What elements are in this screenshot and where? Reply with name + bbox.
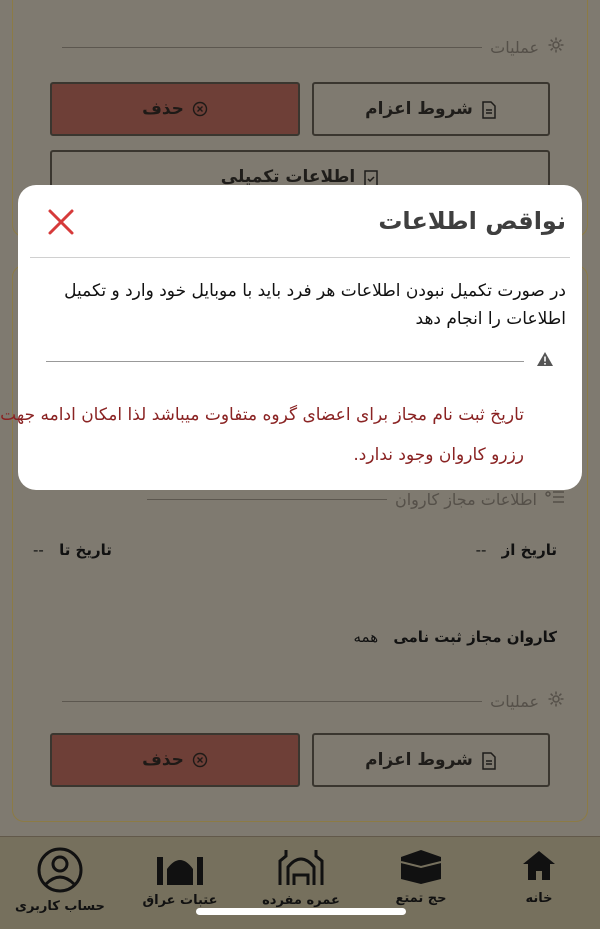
divider bbox=[46, 360, 524, 362]
modal-overlay: نواقص اطلاعات در صورت تکمیل نبودن اطلاعا… bbox=[0, 0, 600, 928]
warning-message: تاریخ ثبت نام مجاز برای اعضای گروه متفاو… bbox=[0, 405, 524, 465]
modal-divider bbox=[30, 257, 570, 258]
modal-message: در صورت تکمیل نبودن اطلاعات هر فرد باید … bbox=[64, 281, 566, 329]
warning-icon bbox=[536, 351, 554, 371]
info-deficiency-modal: نواقص اطلاعات در صورت تکمیل نبودن اطلاعا… bbox=[0, 185, 582, 490]
close-icon[interactable] bbox=[46, 207, 76, 237]
warning-header bbox=[46, 351, 554, 371]
modal-title: نواقص اطلاعات bbox=[378, 207, 566, 235]
